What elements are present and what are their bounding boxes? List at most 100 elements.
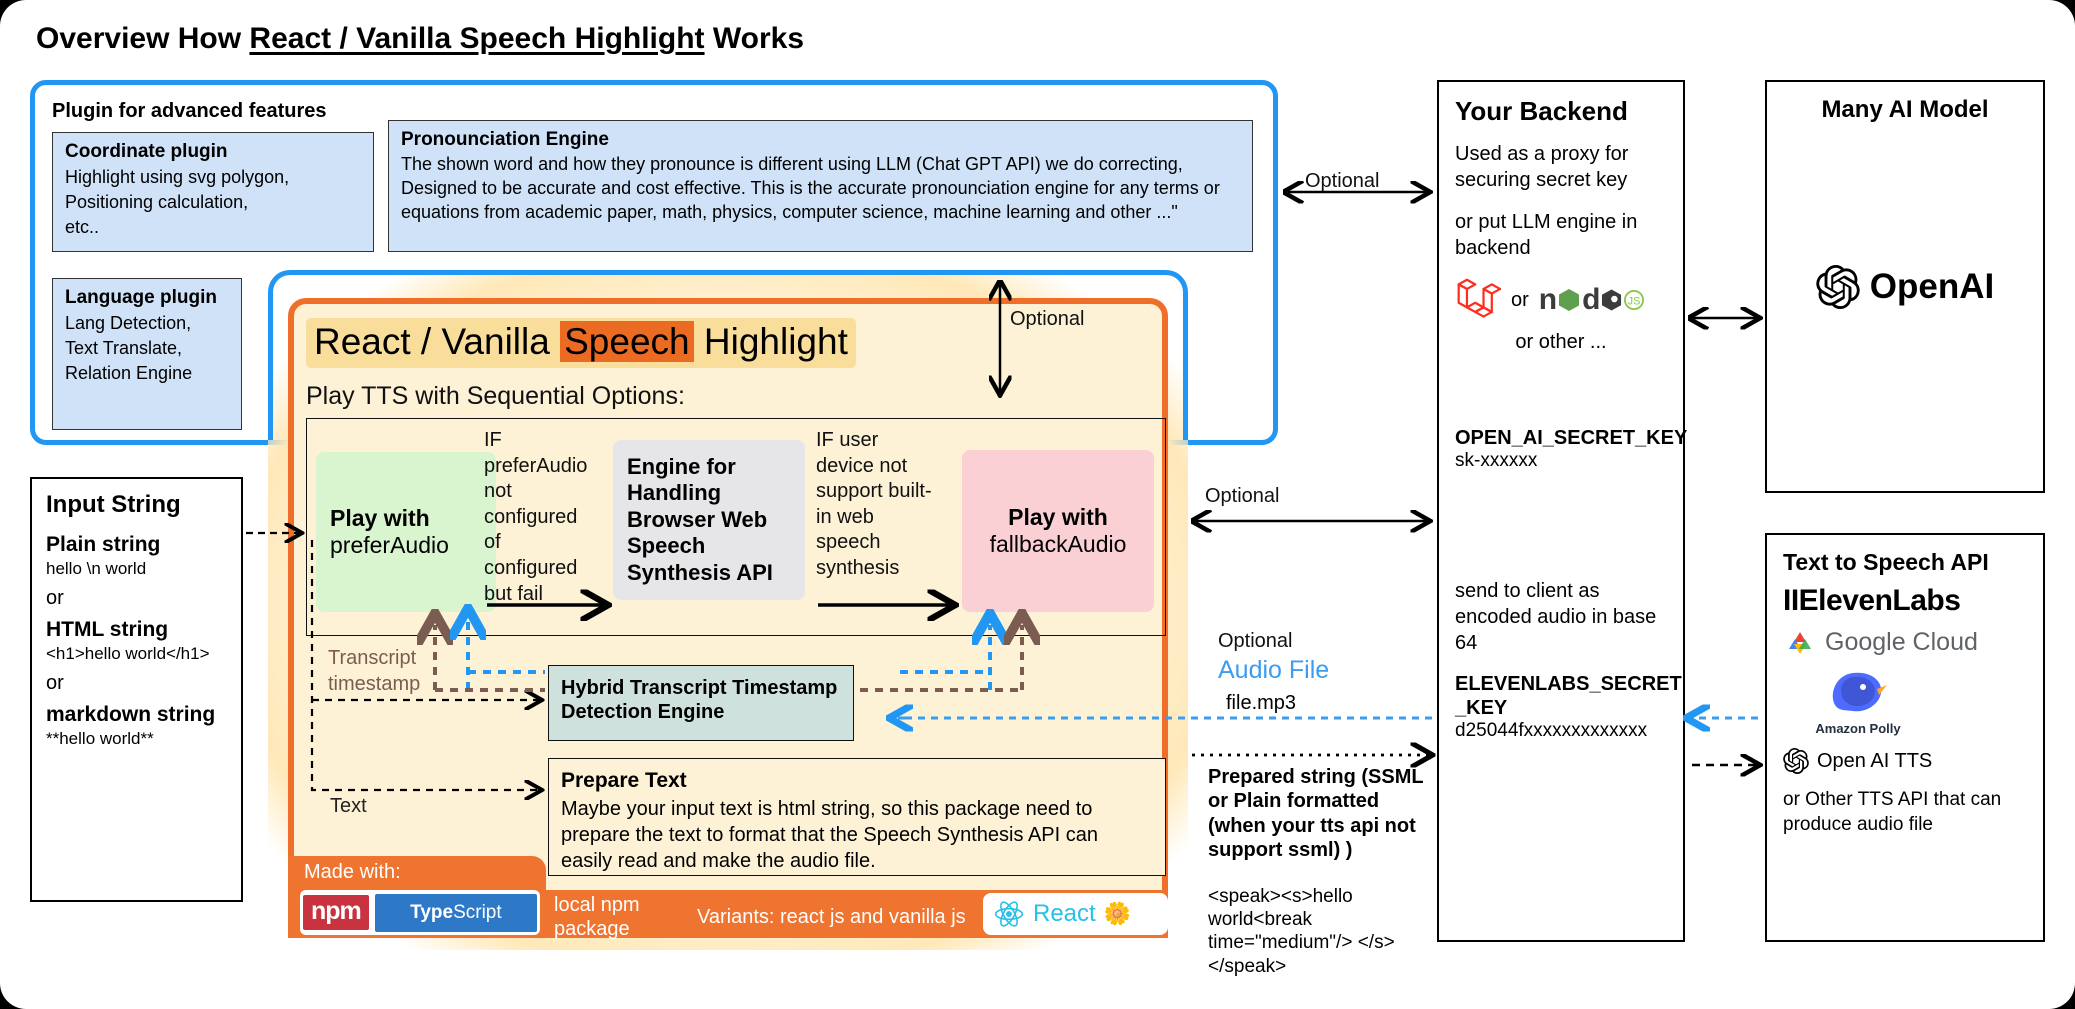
vanilla-icon: 🌼: [1103, 901, 1132, 926]
engine-web-speech-box: Engine for Handling Browser Web Speech S…: [613, 440, 805, 600]
coordinate-plugin-line-1: Positioning calculation,: [65, 191, 249, 212]
plain-string-label: Plain string: [46, 533, 161, 556]
prepare-text-box: Prepare Text Maybe your input text is ht…: [548, 758, 1166, 876]
typescript-logo-bold: Type: [410, 901, 454, 923]
prepare-text-head: Prepare Text: [561, 769, 687, 792]
hybrid-transcript-engine-box: Hybrid Transcript Timestamp Detection En…: [548, 665, 854, 741]
coordinate-plugin-box: Coordinate plugin Highlight using svg po…: [52, 132, 374, 252]
pronunciation-engine-box: Pronounciation Engine The shown word and…: [388, 120, 1253, 252]
language-plugin-box: Language plugin Lang Detection, Text Tra…: [52, 278, 242, 430]
audio-file-label: Audio File: [1218, 656, 1330, 684]
openai-secret-key-name: OPEN_AI_SECRET_KEY: [1455, 427, 1688, 449]
optional-label-vertical: Optional: [1010, 308, 1085, 330]
engine-web-speech-label: Engine for Handling Browser Web Speech S…: [627, 454, 773, 585]
local-npm-package-label: local npm package: [554, 894, 640, 940]
elevenlabs-secret-key-value: d25044fxxxxxxxxxxxxx: [1455, 720, 1648, 741]
elevenlabs-label: IIElevenLabs: [1783, 584, 1961, 617]
text-flow-label: Text: [330, 795, 367, 817]
language-plugin-line-1: Text Translate,: [65, 337, 183, 358]
coordinate-plugin-line-2: etc..: [65, 216, 100, 237]
many-ai-model-panel: Many AI Model OpenAI: [1765, 80, 2045, 493]
condition-prefer-audio-fail: IF preferAudio not configured of configu…: [484, 429, 588, 605]
input-string-panel: Input String Plain string hello \n world…: [30, 477, 243, 902]
prepared-string-sample: <speak><s>hello world<break time="medium…: [1208, 886, 1395, 977]
play-fallback-bold: Play with: [1008, 504, 1108, 530]
coordinate-plugin-line-0: Highlight using svg polygon,: [65, 167, 290, 187]
input-or-2: or: [46, 672, 64, 694]
backend-or-label: or: [1511, 288, 1529, 311]
your-backend-panel: Your Backend Used as a proxy for securin…: [1437, 80, 1688, 942]
react-badge-label: React: [1033, 900, 1096, 927]
prepared-string-label: Prepared string (SSML or Plain formatted…: [1208, 766, 1424, 862]
markdown-string-label: markdown string: [46, 703, 216, 726]
amazon-polly-icon: [1832, 672, 1887, 712]
openai-label: OpenAI: [1869, 266, 1995, 306]
google-cloud-label: Google Cloud: [1825, 628, 1978, 656]
google-cloud-icon: [1789, 631, 1811, 654]
condition-no-web-speech: IF user device not support built-in web …: [816, 429, 932, 579]
markdown-string-value: **hello world**: [46, 729, 154, 748]
pronunciation-engine-head: Pronounciation Engine: [401, 129, 609, 150]
svg-text:JS: JS: [1628, 296, 1641, 308]
tts-api-panel: Text to Speech API IIElevenLabs Google C…: [1765, 533, 2045, 942]
speech-title-part2: Highlight: [693, 321, 848, 362]
openai-tts-label: Open AI TTS: [1817, 749, 1933, 772]
optional-label-backend: Optional: [1305, 170, 1380, 192]
openai-secret-key-value: sk-xxxxxx: [1455, 450, 1538, 471]
openai-icon: [1816, 264, 1860, 309]
diagram-canvas: Overview How React / Vanilla Speech High…: [0, 0, 2075, 1009]
play-prefer-bold: Play with: [330, 505, 430, 531]
typescript-logo: TypeScript: [374, 893, 537, 932]
coordinate-plugin-head: Coordinate plugin: [65, 141, 228, 162]
language-plugin-line-2: Relation Engine: [65, 362, 193, 383]
react-badge: React 🌼: [983, 893, 1168, 935]
html-string-label: HTML string: [46, 618, 169, 641]
backend-logos-row: or n d JS: [1455, 277, 1667, 323]
openai-tts-row: Open AI TTS: [1783, 748, 2027, 774]
transcript-timestamp-label: Transcript timestamp: [328, 647, 421, 695]
play-with-fallback-audio-box: Play with fallbackAudio: [962, 450, 1154, 612]
npm-logo: npm: [303, 895, 369, 930]
page-title: Overview How React / Vanilla Speech High…: [36, 22, 804, 56]
speech-highlight-title: React / Vanilla Speech Highlight: [306, 318, 856, 368]
language-plugin-head: Language plugin: [65, 287, 217, 308]
tts-other-note: or Other TTS API that can produce audio …: [1783, 789, 2002, 835]
nodejs-icon: n d JS: [1539, 283, 1645, 317]
optional-label-secret-key: Optional: [1205, 485, 1280, 507]
made-with-tab: Made with:: [288, 856, 546, 892]
laravel-icon: [1457, 278, 1501, 318]
openai-tts-icon: [1783, 748, 1809, 774]
title-prefix: Overview How: [36, 22, 250, 55]
optional-label-audio: Optional: [1218, 630, 1293, 652]
backend-or-other: or other ...: [1515, 331, 1607, 353]
language-plugin-line-0: Lang Detection,: [65, 313, 192, 333]
pronunciation-engine-body: The shown word and how they pronounce is…: [401, 154, 1220, 222]
play-fallback-normal: fallbackAudio: [989, 531, 1127, 557]
plugin-panel-title: Plugin for advanced features: [52, 100, 327, 122]
audio-file-name: file.mp3: [1226, 692, 1297, 714]
title-underlined: React / Vanilla Speech Highlight: [249, 22, 705, 55]
backend-llm-note: or put LLM engine in backend: [1455, 211, 1638, 259]
input-string-header: Input String: [46, 491, 181, 518]
openai-logo-row: OpenAI: [1767, 264, 2043, 309]
ai-model-header: Many AI Model: [1821, 96, 1989, 123]
react-icon: [994, 901, 1024, 927]
play-tts-subtitle: Play TTS with Sequential Options:: [306, 382, 685, 410]
plain-string-value: hello \n world: [46, 559, 147, 578]
speech-title-highlight: Speech: [560, 321, 694, 362]
title-suffix: Works: [704, 22, 805, 55]
variants-label: Variants: react js and vanilla js: [697, 906, 966, 928]
amazon-polly-row: Amazon Polly: [1783, 667, 1933, 736]
prepare-text-body: Maybe your input text is html string, so…: [561, 798, 1098, 872]
typescript-logo-rest: Script: [453, 901, 502, 923]
backend-header: Your Backend: [1455, 96, 1628, 126]
html-string-value: <h1>hello world</h1>: [46, 644, 210, 663]
play-with-prefer-audio-box: Play with preferAudio: [316, 452, 496, 612]
amazon-polly-label: Amazon Polly: [1815, 721, 1901, 736]
speech-title-part1: React / Vanilla: [314, 321, 561, 362]
backend-base64-note: send to client as encoded audio in base …: [1455, 580, 1657, 654]
hybrid-transcript-engine-label: Hybrid Transcript Timestamp Detection En…: [561, 677, 838, 724]
backend-proxy-note: Used as a proxy for securing secret key: [1455, 143, 1629, 191]
google-cloud-row: Google Cloud: [1783, 628, 2027, 657]
elevenlabs-secret-key-name: ELEVENLABS_SECRET _KEY: [1455, 673, 1682, 719]
